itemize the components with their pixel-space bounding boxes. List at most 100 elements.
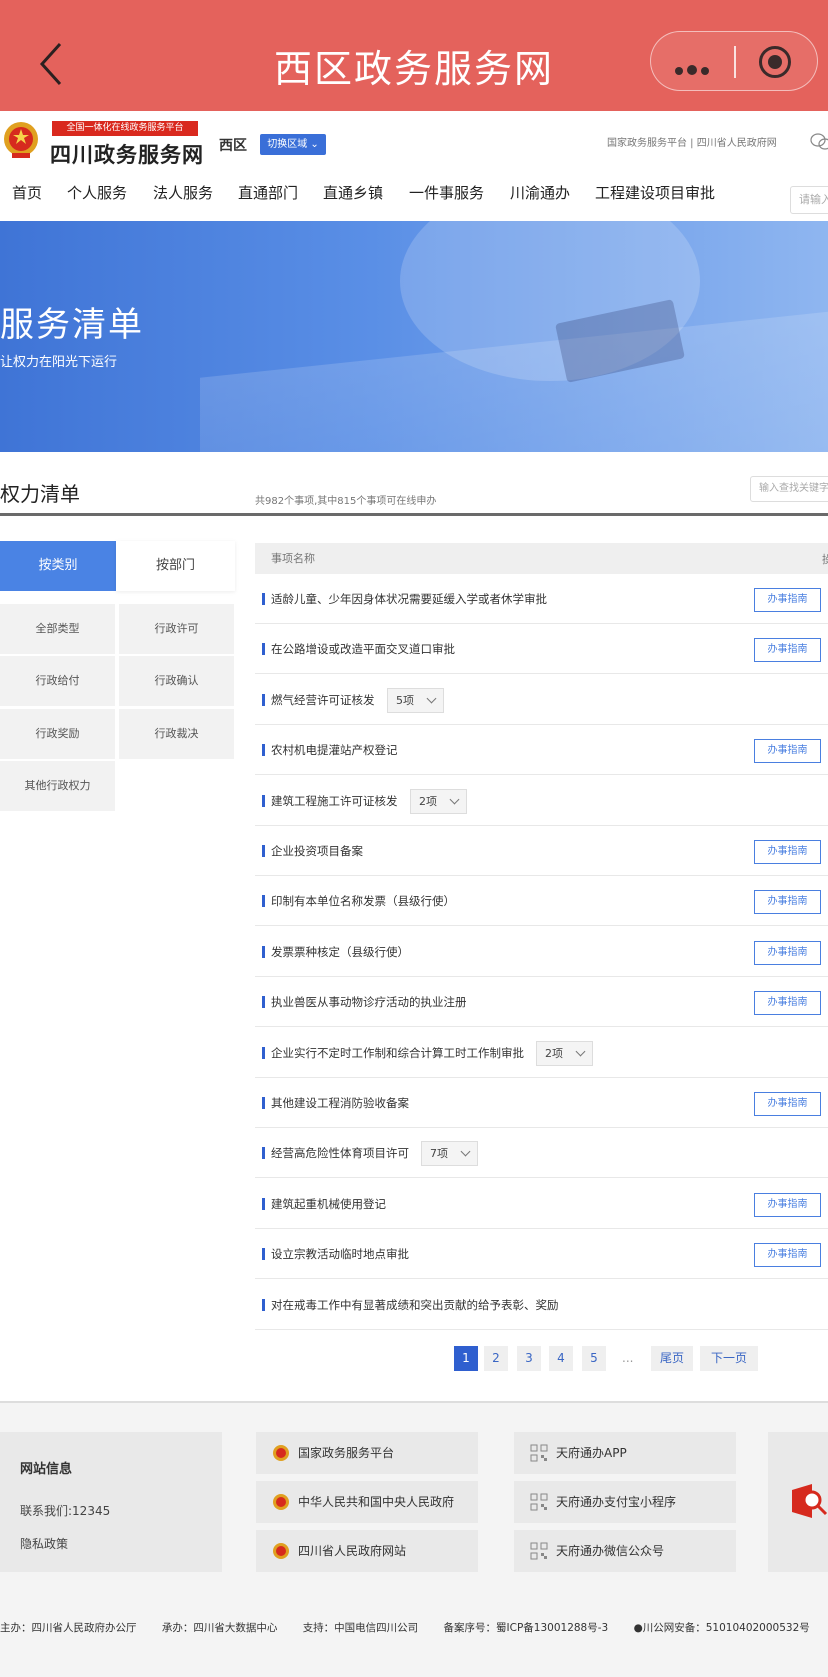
item-name[interactable]: 经营高危险性体育项目许可: [271, 1145, 409, 1161]
table-row[interactable]: 其他建设工程消防验收备案 办事指南: [255, 1078, 828, 1128]
table-row[interactable]: 企业实行不定时工作制和综合计算工时工作制审批 2项: [255, 1028, 828, 1078]
service-guide-button[interactable]: 办事指南: [754, 588, 821, 612]
service-guide-button[interactable]: 办事指南: [754, 840, 821, 864]
service-guide-button[interactable]: 办事指南: [754, 940, 821, 965]
table-row[interactable]: 企业投资项目备案 办事指南: [255, 826, 828, 876]
service-guide-button[interactable]: 办事指南: [754, 739, 821, 764]
table-row[interactable]: 建筑工程施工许可证核发 2项: [255, 776, 828, 826]
sub-item-count-dropdown[interactable]: 2项: [410, 788, 467, 814]
site-name: 四川政务服务网: [50, 143, 204, 167]
top-links[interactable]: 国家政务服务平台 | 四川省人民政府网: [607, 134, 777, 149]
service-guide-button[interactable]: 办事指南: [754, 890, 821, 915]
page-5[interactable]: 5: [582, 1346, 606, 1371]
item-name[interactable]: 建筑工程施工许可证核发: [271, 793, 398, 809]
nav-home[interactable]: 首页: [12, 182, 42, 203]
service-guide-button[interactable]: 办事指南: [754, 638, 821, 663]
tab-by-department[interactable]: 按部门: [116, 541, 235, 591]
item-name[interactable]: 其他建设工程消防验收备案: [271, 1095, 409, 1111]
hero-subtitle: 让权力在阳光下运行: [0, 355, 118, 370]
footer-wechat-account[interactable]: 天府通办微信公众号: [514, 1530, 736, 1572]
table-row[interactable]: 经营高危险性体育项目许可 7项: [255, 1128, 828, 1179]
row-marker: [262, 643, 265, 656]
sub-item-count-dropdown[interactable]: 5项: [387, 687, 444, 713]
police-badge-icon: ●: [633, 1622, 643, 1634]
category-payment[interactable]: 行政给付: [0, 656, 115, 706]
nav-towns[interactable]: 直通乡镇: [323, 182, 383, 203]
switch-region-button[interactable]: 切换区域 ⌄: [260, 134, 326, 155]
item-name[interactable]: 对在戒毒工作中有显著成绩和突出贡献的给予表彰、奖励: [271, 1297, 559, 1313]
page-4[interactable]: 4: [549, 1346, 573, 1371]
divider: [0, 513, 828, 516]
table-row[interactable]: 在公路增设或改造平面交叉道口审批 办事指南: [255, 624, 828, 675]
item-name[interactable]: 设立宗教活动临时地点审批: [271, 1246, 409, 1262]
region-label: 西区: [219, 138, 247, 154]
table-row[interactable]: 设立宗教活动临时地点审批 办事指南: [255, 1229, 828, 1280]
table-row[interactable]: 印制有本单位名称发票（县级行使） 办事指南: [255, 876, 828, 927]
footer-link-central-gov[interactable]: 中华人民共和国中央人民政府: [256, 1481, 478, 1523]
nav-personal[interactable]: 个人服务: [67, 182, 127, 203]
chevron-down-icon: [460, 1146, 471, 1157]
table-row[interactable]: 对在戒毒工作中有显著成绩和突出贡献的给予表彰、奖励: [255, 1280, 828, 1330]
table-row[interactable]: 农村机电提灌站产权登记 办事指南: [255, 725, 828, 776]
category-other[interactable]: 其他行政权力: [0, 761, 115, 811]
table-row[interactable]: 适龄儿童、少年因身体状况需要延缓入学或者休学审批 办事指南: [255, 574, 828, 624]
nav-departments[interactable]: 直通部门: [238, 182, 298, 203]
row-marker: [262, 693, 265, 706]
hero-title: 服务清单: [0, 305, 144, 345]
power-list-title: 权力清单: [0, 482, 80, 506]
next-page-button[interactable]: 下一页: [700, 1346, 758, 1371]
last-page-button[interactable]: 尾页: [651, 1346, 693, 1371]
service-guide-button[interactable]: 办事指南: [754, 1092, 821, 1116]
item-name[interactable]: 农村机电提灌站产权登记: [271, 742, 398, 758]
table-row[interactable]: 执业兽医从事动物诊疗活动的执业注册 办事指南: [255, 977, 828, 1028]
item-name[interactable]: 执业兽医从事动物诊疗活动的执业注册: [271, 994, 467, 1010]
platform-tag: 全国一体化在线政务服务平台: [52, 121, 198, 136]
wechat-icon[interactable]: [810, 133, 828, 151]
item-name[interactable]: 印制有本单位名称发票（县级行使）: [271, 893, 455, 909]
item-name[interactable]: 在公路增设或改造平面交叉道口审批: [271, 641, 455, 657]
nav-construction[interactable]: 工程建设项目审批: [595, 182, 715, 203]
nav-chuanyu[interactable]: 川渝通办: [510, 182, 570, 203]
page-1[interactable]: 1: [454, 1346, 478, 1371]
table-row[interactable]: 发票票种核定（县级行使） 办事指南: [255, 927, 828, 977]
item-name[interactable]: 燃气经营许可证核发: [271, 692, 375, 708]
item-name[interactable]: 企业投资项目备案: [271, 843, 363, 859]
nav-corporate[interactable]: 法人服务: [153, 182, 213, 203]
sub-item-count-dropdown[interactable]: 7项: [421, 1141, 478, 1167]
category-license[interactable]: 行政许可: [119, 604, 234, 654]
nav-one-thing[interactable]: 一件事服务: [409, 182, 484, 203]
footer-side-panel[interactable]: [768, 1432, 828, 1572]
category-ruling[interactable]: 行政裁决: [119, 709, 234, 759]
category-all[interactable]: 全部类型: [0, 604, 115, 654]
item-name[interactable]: 发票票种核定（县级行使）: [271, 944, 409, 960]
row-marker: [262, 945, 265, 958]
power-search-input[interactable]: 输入查找关键字: [750, 476, 828, 502]
row-marker: [262, 593, 265, 605]
category-confirmation[interactable]: 行政确认: [119, 656, 234, 706]
service-guide-button[interactable]: 办事指南: [754, 1192, 821, 1217]
more-icon[interactable]: [675, 60, 713, 79]
table-row[interactable]: 建筑起重机械使用登记 办事指南: [255, 1179, 828, 1229]
service-guide-button[interactable]: 办事指南: [754, 1243, 821, 1268]
tab-by-category[interactable]: 按类别: [0, 541, 116, 591]
footer-link-sichuan-gov[interactable]: 四川省人民政府网站: [256, 1530, 478, 1572]
item-name[interactable]: 适龄儿童、少年因身体状况需要延缓入学或者休学审批: [271, 591, 547, 607]
table-row[interactable]: 燃气经营许可证核发 5项: [255, 675, 828, 725]
page-ellipsis: ...: [622, 1351, 634, 1365]
close-mini-program-icon[interactable]: [759, 46, 791, 78]
contact-link[interactable]: 联系我们:12345: [20, 1502, 110, 1519]
service-guide-button[interactable]: 办事指南: [754, 991, 821, 1016]
item-name[interactable]: 建筑起重机械使用登记: [271, 1196, 386, 1212]
item-name[interactable]: 企业实行不定时工作制和综合计算工时工作制审批: [271, 1045, 524, 1061]
footer-app-download[interactable]: 天府通办APP: [514, 1432, 736, 1474]
footer-link-national-platform[interactable]: 国家政务服务平台: [256, 1432, 478, 1474]
privacy-link[interactable]: 隐私政策: [20, 1535, 68, 1552]
row-marker: [262, 996, 265, 1009]
footer-alipay-miniprogram[interactable]: 天府通办支付宝小程序: [514, 1481, 736, 1523]
site-info-title: 网站信息: [20, 1462, 73, 1477]
page-3[interactable]: 3: [517, 1346, 541, 1371]
page-2[interactable]: 2: [484, 1346, 508, 1371]
category-reward[interactable]: 行政奖励: [0, 709, 115, 759]
sub-item-count-dropdown[interactable]: 2项: [536, 1040, 593, 1066]
nav-search-input[interactable]: 请输入: [790, 186, 828, 214]
